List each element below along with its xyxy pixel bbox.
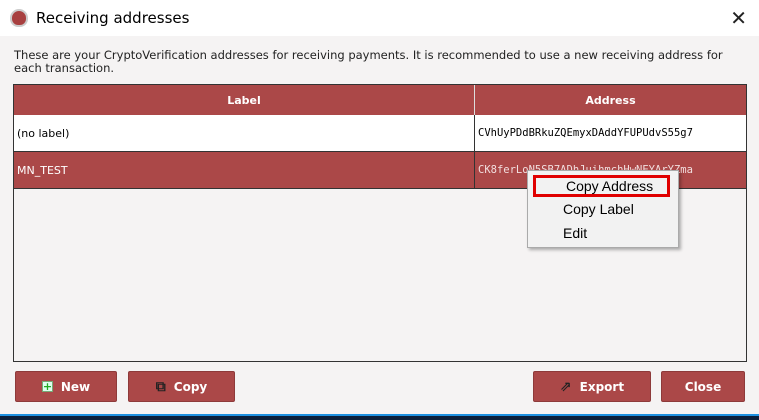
column-header-address[interactable]: Address	[475, 85, 746, 115]
copy-button[interactable]: ⧉ Copy	[128, 371, 235, 402]
shield-logo-icon	[10, 9, 28, 27]
close-button[interactable]: Close	[661, 371, 745, 402]
row-address: CVhUyPDdBRkuZQEmyxDAddYFUPUdvS55g7	[478, 127, 693, 139]
menu-item-copy-label[interactable]: Copy Label	[528, 197, 678, 221]
copy-label: Copy	[173, 379, 208, 394]
table-row[interactable]: (no label) CVhUyPDdBRkuZQEmyxDAddYFUPUdv…	[14, 115, 746, 152]
export-button[interactable]: ⇗ Export	[533, 371, 651, 402]
column-header-label[interactable]: Label	[14, 85, 475, 115]
export-label: Export	[579, 379, 625, 394]
table-header: Label Address	[14, 85, 746, 115]
copy-icon: ⧉	[155, 378, 166, 395]
description: These are your CryptoVerification addres…	[14, 48, 723, 75]
taskbar	[0, 414, 759, 420]
export-icon: ⇗	[559, 378, 572, 395]
row-label: (no label)	[14, 115, 475, 151]
menu-item-edit[interactable]: Edit	[528, 221, 678, 245]
menu-item-copy-address[interactable]: Copy Address	[533, 175, 670, 197]
title-bar: Receiving addresses ✕	[0, 0, 759, 36]
close-label: Close	[684, 379, 722, 394]
row-label: MN_TEST	[14, 152, 475, 188]
window-title: Receiving addresses	[36, 9, 190, 27]
new-button[interactable]: + New	[15, 371, 117, 402]
close-icon[interactable]: ✕	[730, 6, 747, 30]
plus-icon: +	[41, 380, 53, 393]
context-menu: Copy Address Copy Label Edit	[527, 170, 679, 248]
new-label: New	[60, 379, 91, 394]
